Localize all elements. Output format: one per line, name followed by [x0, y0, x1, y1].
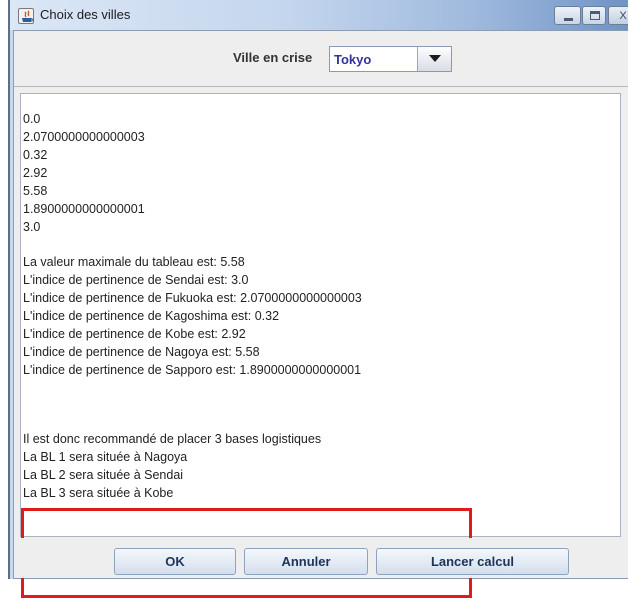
cancel-button[interactable]: Annuler [244, 548, 368, 575]
result-line [23, 379, 362, 396]
close-icon: X [619, 9, 627, 22]
result-line [23, 413, 362, 430]
city-select-value: Tokyo [334, 52, 372, 67]
window-title: Choix des villes [40, 7, 131, 22]
city-in-crisis-label: Ville en crise [233, 50, 313, 65]
run-calculation-button[interactable]: Lancer calcul [376, 548, 569, 575]
result-line: La BL 3 sera située à Kobe [23, 486, 174, 500]
result-line: 3.0 [23, 220, 41, 234]
minimize-icon [564, 18, 573, 21]
ok-button[interactable]: OK [114, 548, 236, 575]
maximize-icon [590, 11, 600, 20]
close-button[interactable]: X [608, 6, 628, 25]
result-line: 1.8900000000000001 [23, 202, 145, 216]
result-line: 0.0 [23, 112, 41, 126]
java-app-icon [18, 8, 34, 24]
result-line: L'indice de pertinence de Kobe est: 2.92 [23, 327, 246, 341]
result-line: La BL 2 sera située à Sendai [23, 468, 184, 482]
result-line [23, 396, 362, 413]
result-line: L'indice de pertinence de Nagoya est: 5.… [23, 345, 260, 359]
maximize-button[interactable] [582, 6, 606, 25]
result-line: L'indice de pertinence de Sapporo est: 1… [23, 363, 362, 377]
result-line: L'indice de pertinence de Sendai est: 3.… [23, 273, 249, 287]
dialog-content: Ville en crise Tokyo 0.0 2.07000000000000… [13, 30, 628, 598]
result-line: La valeur maximale du tableau est: 5.58 [23, 255, 245, 269]
result-line: Il est donc recommandé de placer 3 bases… [23, 432, 322, 446]
result-line: La BL 1 sera située à Nagoya [23, 450, 188, 464]
result-line: 2.0700000000000003 [23, 130, 145, 144]
result-line [23, 236, 362, 253]
city-select-dropdown-button[interactable] [417, 47, 451, 71]
result-line: 2.92 [23, 166, 48, 180]
chevron-down-icon [429, 55, 441, 62]
result-line: L'indice de pertinence de Kagoshima est:… [23, 309, 280, 323]
results-text-area[interactable]: 0.0 2.0700000000000003 0.32 2.92 5.58 1.89000… [20, 93, 621, 598]
city-select[interactable]: Tokyo [329, 46, 452, 72]
button-bar: OK Annuler Lancer calcul [14, 538, 628, 578]
result-line: 0.32 [23, 148, 48, 162]
minimize-button[interactable] [554, 6, 581, 25]
title-bar[interactable]: Choix des villes X [10, 0, 628, 30]
results-lines: 0.0 2.0700000000000003 0.32 2.92 5.58 1.89000… [23, 110, 362, 502]
result-line: 5.58 [23, 184, 48, 198]
city-selection-bar: Ville en crise Tokyo [14, 31, 628, 87]
dialog-window: Choix des villes X Ville en crise Tokyo [8, 0, 628, 598]
result-line: L'indice de pertinence de Fukuoka est: 2… [23, 291, 362, 305]
